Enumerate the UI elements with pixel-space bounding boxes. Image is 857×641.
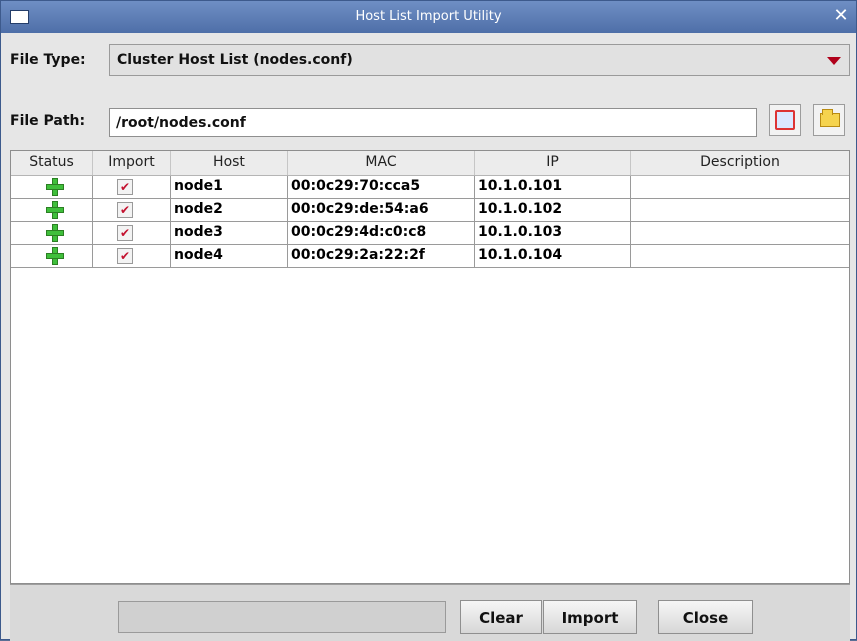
clear-button[interactable]: Clear [460,600,542,634]
status-cell [11,222,93,244]
description-cell [631,245,849,267]
ip-cell: 10.1.0.101 [475,176,631,198]
import-checkbox[interactable]: ✔ [117,202,133,218]
browse-button[interactable] [813,104,845,136]
file-type-value: Cluster Host List (nodes.conf) [117,52,353,68]
file-path-label: File Path: [10,113,86,129]
plus-icon [45,177,65,197]
import-checkbox[interactable]: ✔ [117,225,133,241]
table-row[interactable]: ✔ node4 00:0c29:2a:22:2f 10.1.0.104 [11,245,849,268]
plus-icon [45,200,65,220]
host-list-import-window: Host List Import Utility ✕ File Type: Cl… [0,0,857,641]
plus-icon [45,223,65,243]
description-cell [631,222,849,244]
mac-cell: 00:0c29:2a:22:2f [288,245,475,267]
ip-cell: 10.1.0.103 [475,222,631,244]
column-header-mac[interactable]: MAC [288,151,475,175]
refresh-icon [775,110,795,130]
column-header-status[interactable]: Status [11,151,93,175]
import-cell: ✔ [93,176,171,198]
import-button[interactable]: Import [543,600,637,634]
file-type-dropdown[interactable]: Cluster Host List (nodes.conf) [109,44,850,76]
host-cell: node3 [171,222,288,244]
window-title: Host List Import Utility [355,9,502,24]
close-window-icon[interactable]: ✕ [832,6,850,26]
import-cell: ✔ [93,245,171,267]
ip-cell: 10.1.0.104 [475,245,631,267]
status-cell [11,176,93,198]
column-header-host[interactable]: Host [171,151,288,175]
import-checkbox[interactable]: ✔ [117,248,133,264]
description-cell [631,199,849,221]
status-cell [11,245,93,267]
close-button[interactable]: Close [658,600,753,634]
plus-icon [45,246,65,266]
import-cell: ✔ [93,199,171,221]
reload-button[interactable] [769,104,801,136]
column-header-import[interactable]: Import [93,151,171,175]
ip-cell: 10.1.0.102 [475,199,631,221]
bottom-bar: Clear Import Close [10,584,850,641]
host-cell: node2 [171,199,288,221]
status-cell [11,199,93,221]
table-row[interactable]: ✔ node3 00:0c29:4d:c0:c8 10.1.0.103 [11,222,849,245]
folder-icon [820,109,840,127]
mac-cell: 00:0c29:4d:c0:c8 [288,222,475,244]
mac-cell: 00:0c29:70:cca5 [288,176,475,198]
import-cell: ✔ [93,222,171,244]
file-path-input[interactable] [109,108,757,137]
dropdown-arrow-icon[interactable] [827,57,841,65]
table-row[interactable]: ✔ node2 00:0c29:de:54:a6 10.1.0.102 [11,199,849,222]
table-row[interactable]: ✔ node1 00:0c29:70:cca5 10.1.0.101 [11,176,849,199]
status-field [118,601,446,633]
host-cell: node1 [171,176,288,198]
mac-cell: 00:0c29:de:54:a6 [288,199,475,221]
host-table[interactable]: Status Import Host MAC IP Description ✔ … [10,150,850,584]
column-header-ip[interactable]: IP [475,151,631,175]
host-cell: node4 [171,245,288,267]
description-cell [631,176,849,198]
column-header-description[interactable]: Description [631,151,849,175]
table-header: Status Import Host MAC IP Description [11,151,849,176]
import-checkbox[interactable]: ✔ [117,179,133,195]
file-type-label: File Type: [10,52,86,68]
title-bar[interactable]: Host List Import Utility ✕ [1,1,856,33]
